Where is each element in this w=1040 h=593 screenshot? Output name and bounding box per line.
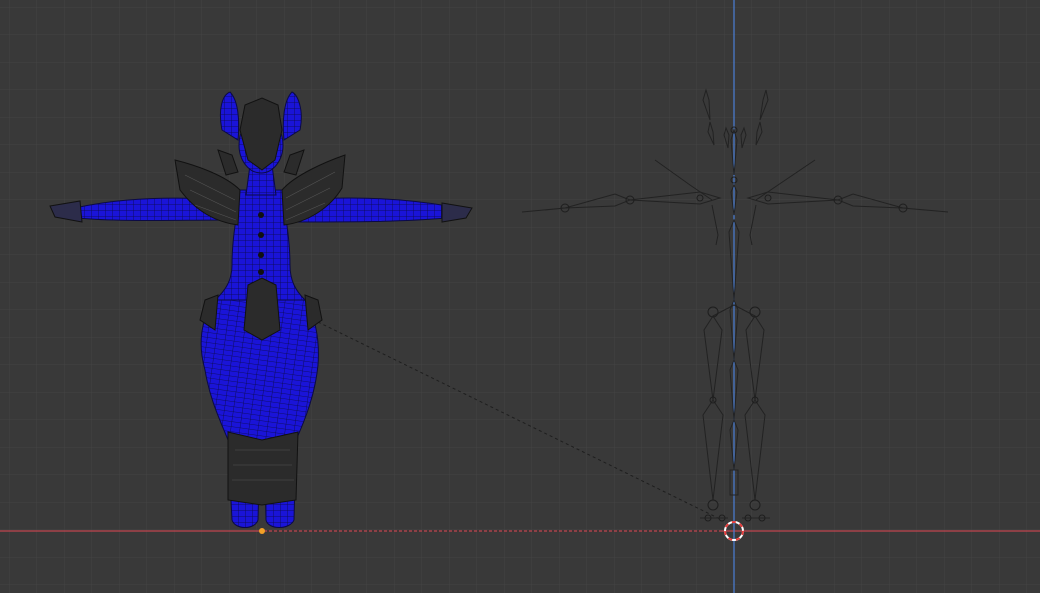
3d-viewport[interactable] [0, 0, 1040, 593]
boot-ornament[interactable] [227, 431, 299, 506]
origin-dot-icon[interactable] [259, 528, 265, 534]
belt-ornament[interactable] [243, 277, 281, 341]
viewport-canvas[interactable] [0, 0, 1040, 593]
viewport-grid [0, 0, 1040, 593]
